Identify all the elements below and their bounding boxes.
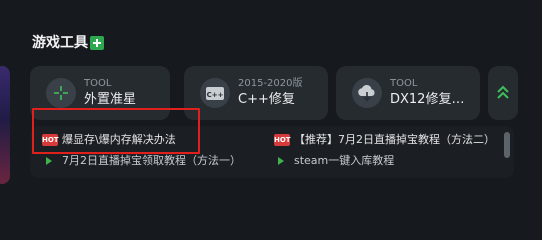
svg-text:C++: C++	[207, 91, 224, 99]
section-title: 游戏工具	[32, 35, 88, 51]
tool-card-name: 外置准星	[84, 92, 137, 107]
tool-card-sub: TOOL	[84, 78, 112, 89]
tool-card-sub: 2015-2020版	[238, 78, 303, 89]
side-game-thumbnail[interactable]	[0, 66, 10, 184]
tool-card-name: C++修复	[238, 92, 295, 107]
cpp-icon: C++	[200, 78, 230, 108]
tool-card-cpp[interactable]: C++ 2015-2020版 C++修复	[184, 66, 328, 120]
news-title: 【推荐】7月2日直播掉宝教程（方法二）	[294, 133, 495, 146]
play-arrow-icon	[278, 157, 284, 165]
tool-card-dx12[interactable]: TOOL DX12修复工...	[336, 66, 480, 120]
crosshair-icon	[46, 78, 76, 108]
hot-badge: HOT	[274, 134, 291, 146]
annotation-highlight-box	[32, 108, 200, 154]
tool-card-name: DX12修复工...	[390, 92, 474, 107]
news-title: 7月2日直播掉宝领取教程（方法一）	[62, 154, 241, 167]
news-scrollbar[interactable]	[504, 132, 510, 158]
expand-tools-button[interactable]	[488, 66, 518, 120]
cloud-download-icon	[352, 78, 382, 108]
news-title: steam一键入库教程	[294, 154, 395, 167]
plus-icon[interactable]	[90, 36, 104, 50]
double-chevron-up-icon	[497, 85, 509, 99]
tool-card-sub: TOOL	[390, 78, 418, 89]
play-arrow-icon	[46, 157, 52, 165]
